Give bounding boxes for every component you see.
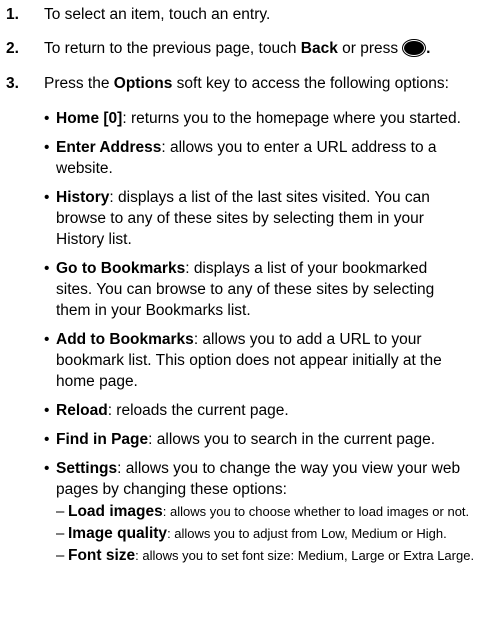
back-label: Back [300,40,338,57]
setting-desc: : allows you to adjust from Low, Medium … [167,526,447,541]
manual-page: 1. To select an item, touch an entry. 2.… [0,0,477,617]
dash-marker: – [56,503,65,520]
step-text-pre: To return to the previous page, touch [44,40,301,57]
step-text-end: . [426,40,431,57]
option-term: Reload [56,402,108,419]
bullet-dot: • [44,189,50,206]
options-label: Options [113,75,173,92]
step-text-post: or press [337,40,399,57]
dash-marker: – [56,547,65,564]
option-term: Add to Bookmarks [56,331,194,348]
setting-term: Image quality [68,525,168,542]
list-item: • Settings: allows you to change the way … [44,458,474,565]
option-term: Enter Address [56,139,162,156]
step-number: 2. [6,40,19,57]
list-item: • Enter Address: allows you to enter a UR… [44,137,463,179]
option-desc: : displays a list of the last sites visi… [56,189,430,248]
step-text-pre: Press the [44,75,114,92]
sublist-item: – Image quality: allows you to adjust fro… [56,525,463,543]
step-text: Press the Options soft key to access the… [44,73,471,94]
bullet-dot: • [44,431,50,448]
settings-sublist: – Load images: allows you to choose wheth… [56,503,474,565]
option-desc: : reloads the current page. [107,402,289,419]
step-text: To return to the previous page, touch Ba… [44,38,471,59]
bullet-dot: • [44,110,50,127]
list-item: • Find in Page: allows you to search in t… [44,429,463,450]
setting-desc: : allows you to choose whether to load i… [162,504,470,519]
list-item: • Add to Bookmarks: allows you to add a U… [44,329,463,392]
setting-term: Load images [68,503,163,520]
option-term: Settings [56,460,118,477]
bullet-dot: • [44,139,50,156]
option-desc: : returns you to the homepage where you … [122,110,461,127]
bullet-dot: • [44,402,50,419]
dash-marker: – [56,525,65,542]
step-text-post: soft key to access the following options… [172,75,449,92]
list-item: • Home [0]: returns you to the homepage w… [44,108,463,129]
setting-term: Font size [68,547,136,564]
list-item: • History: displays a list of the last si… [44,187,463,250]
option-desc: : allows you to change the way you view … [56,460,461,498]
options-list: • Home [0]: returns you to the homepage w… [44,108,474,573]
list-item: • Go to Bookmarks: displays a list of you… [44,258,463,321]
option-term: Find in Page [56,431,149,448]
list-item: • Reload: reloads the current page. [44,400,463,421]
step-text: To select an item, touch an entry. [44,6,271,23]
sublist-item: – Load images: allows you to choose wheth… [56,503,469,521]
option-desc: : allows you to search in the current pa… [148,431,436,448]
option-term: History [56,189,110,206]
end-key-icon [402,39,427,57]
step-number: 3. [6,75,19,92]
bullet-dot: • [44,260,50,277]
setting-desc: : allows you to set font size: Medium, L… [135,548,475,563]
option-term: Home [0] [56,110,123,127]
bullet-dot: • [44,460,50,477]
step-number: 1. [6,6,19,23]
bullet-dot: • [44,331,50,348]
sublist-item: – Font size: allows you to set font size:… [56,547,474,565]
option-term: Go to Bookmarks [56,260,186,277]
